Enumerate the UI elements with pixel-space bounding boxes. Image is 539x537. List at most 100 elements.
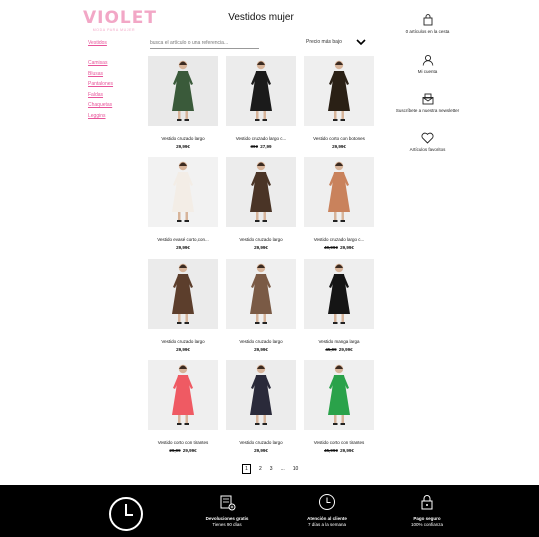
sidebar-item-blusas[interactable]: Blusas bbox=[88, 71, 113, 77]
favorites-link[interactable]: Artículos favoritos bbox=[380, 132, 475, 152]
product-card[interactable]: Vestido cruzado largo 29,99€ bbox=[226, 360, 296, 453]
product-name[interactable]: Vestido cruzado largo bbox=[226, 237, 296, 242]
sidebar-item-leggins[interactable]: Leggins bbox=[88, 113, 113, 119]
newsletter-label: Suscríbete a nuestra newsletter bbox=[395, 108, 460, 113]
product-image[interactable] bbox=[226, 157, 296, 227]
dress-figure bbox=[328, 364, 350, 425]
product-card[interactable]: Vestido cruzado largo 29,99€ bbox=[226, 157, 296, 250]
page-button-2[interactable]: 2 bbox=[259, 466, 262, 472]
product-card[interactable]: Vestido cruzado largo 29,99€ bbox=[148, 259, 218, 352]
dress-figure bbox=[250, 364, 272, 425]
product-card[interactable]: Vestido evasé corto,con... 29,99€ bbox=[148, 157, 218, 250]
favorites-label: Artículos favoritos bbox=[409, 147, 446, 152]
product-current-price: 29,99€ bbox=[176, 245, 190, 250]
product-card[interactable]: Vestido corto con tirantes 45,99€ 29,99€ bbox=[304, 360, 374, 453]
lock-icon bbox=[421, 495, 433, 510]
product-image[interactable] bbox=[148, 259, 218, 329]
dress-figure bbox=[172, 60, 194, 121]
footer-bar: Devoluciones gratis Tienes 90 días Atenc… bbox=[0, 485, 539, 537]
product-image[interactable] bbox=[148, 360, 218, 430]
product-name[interactable]: Vestido cruzado largo bbox=[226, 339, 296, 344]
page-button-10[interactable]: 10 bbox=[293, 466, 299, 472]
newsletter-link[interactable]: Suscríbete a nuestra newsletter bbox=[380, 93, 475, 113]
product-name[interactable]: Vestido corto con botones bbox=[304, 136, 374, 141]
product-price: 29,99€ bbox=[226, 347, 296, 352]
product-name[interactable]: Vestido cruzado largo bbox=[148, 339, 218, 344]
product-name[interactable]: Vestido corto con tirantes bbox=[304, 440, 374, 445]
dress-figure bbox=[172, 364, 194, 425]
category-sidebar: Vestidos Camisas Blusas Pantalones Falda… bbox=[88, 40, 113, 124]
cart-link[interactable]: 0 artículos en la cesta bbox=[380, 14, 475, 34]
product-price: 30€ 27,99 bbox=[226, 144, 296, 149]
payment-info[interactable]: Pago seguro 100% confianza bbox=[387, 493, 467, 528]
sidebar-item-camisas[interactable]: Camisas bbox=[88, 60, 113, 66]
product-name[interactable]: Vestido cruzado largo c... bbox=[226, 136, 296, 141]
product-image[interactable] bbox=[148, 56, 218, 126]
product-card[interactable]: Vestido cruzado largo 29,99€ bbox=[148, 56, 218, 149]
pagination: 1 2 3 ... 10 bbox=[242, 464, 298, 474]
product-current-price: 29,99€ bbox=[340, 245, 354, 250]
product-name[interactable]: Vestido cruzado largo bbox=[226, 440, 296, 445]
brand-logo[interactable]: VIOLET MODA PARA MUJER bbox=[83, 8, 157, 32]
payment-subtitle: 100% confianza bbox=[410, 522, 444, 527]
product-image[interactable] bbox=[304, 360, 374, 430]
logo-text: VIOLET bbox=[83, 8, 157, 28]
product-image[interactable] bbox=[304, 259, 374, 329]
page-button-3[interactable]: 3 bbox=[270, 466, 273, 472]
product-card[interactable]: Vestido corto con botones 29,99€ bbox=[304, 56, 374, 149]
product-card[interactable]: Vestido corto con tirantes 29,99 29,99€ bbox=[148, 360, 218, 453]
sort-select-label[interactable]: Precio más bajo bbox=[306, 39, 342, 45]
returns-info[interactable]: Devoluciones gratis Tienes 90 días bbox=[187, 493, 267, 528]
product-name[interactable]: Vestido corto con tirantes bbox=[148, 440, 218, 445]
product-current-price: 29,99€ bbox=[254, 448, 268, 453]
return-box-icon bbox=[220, 495, 236, 511]
product-card[interactable]: Vestido cruzado largo 29,99€ bbox=[226, 259, 296, 352]
product-image[interactable] bbox=[304, 56, 374, 126]
support-subtitle: 7 días a la semana bbox=[307, 522, 347, 527]
product-image[interactable] bbox=[226, 56, 296, 126]
product-current-price: 29,99€ bbox=[338, 347, 353, 352]
dress-figure bbox=[328, 60, 350, 121]
product-name[interactable]: Vestido cruzado largo c... bbox=[304, 237, 374, 242]
product-price: 29,99€ bbox=[148, 347, 218, 352]
product-name[interactable]: Vestido evasé corto,con... bbox=[148, 237, 218, 242]
sidebar-item-vestidos[interactable]: Vestidos bbox=[88, 40, 113, 46]
dress-figure bbox=[250, 161, 272, 222]
product-name[interactable]: Vestido cruzado largo bbox=[148, 136, 218, 141]
sidebar-item-pantalones[interactable]: Pantalones bbox=[88, 81, 113, 87]
dress-figure bbox=[250, 263, 272, 324]
product-price: 29,99€ bbox=[226, 448, 296, 453]
dress-figure bbox=[328, 161, 350, 222]
account-link[interactable]: Mi cuenta bbox=[380, 54, 475, 74]
product-price: 45,99 29,99€ bbox=[304, 347, 374, 352]
support-clock-icon bbox=[319, 494, 335, 510]
product-price: 29,99€ bbox=[226, 245, 296, 250]
dress-figure bbox=[250, 60, 272, 121]
product-name[interactable]: Vestido manga larga bbox=[304, 339, 374, 344]
chevron-down-icon[interactable] bbox=[355, 37, 367, 47]
product-current-price: 29,99€ bbox=[332, 144, 346, 149]
product-old-price: 30€ bbox=[250, 144, 258, 149]
account-label: Mi cuenta bbox=[417, 69, 438, 74]
product-card[interactable]: Vestido cruzado largo c... 49,99€ 29,99€ bbox=[304, 157, 374, 250]
returns-subtitle: Tienes 90 días bbox=[212, 522, 242, 527]
product-current-price: 29,99€ bbox=[176, 347, 190, 352]
support-info[interactable]: Atención al cliente 7 días a la semana bbox=[287, 493, 367, 528]
product-card[interactable]: Vestido cruzado largo c... 30€ 27,99 bbox=[226, 56, 296, 149]
product-image[interactable] bbox=[304, 157, 374, 227]
product-image[interactable] bbox=[148, 157, 218, 227]
sidebar-item-faldas[interactable]: Faldas bbox=[88, 92, 113, 98]
product-image[interactable] bbox=[226, 259, 296, 329]
page-button-1[interactable]: 1 bbox=[242, 464, 251, 474]
sidebar-item-chaquetas[interactable]: Chaquetas bbox=[88, 102, 113, 108]
product-current-price: 29,99€ bbox=[254, 245, 268, 250]
product-price: 29,99€ bbox=[304, 144, 374, 149]
newsletter-icon bbox=[422, 93, 433, 105]
page-title: Vestidos mujer bbox=[228, 12, 294, 23]
product-image[interactable] bbox=[226, 360, 296, 430]
cart-label: 0 artículos en la cesta bbox=[405, 29, 450, 34]
product-current-price: 29,99€ bbox=[254, 347, 268, 352]
clock-icon bbox=[109, 497, 143, 531]
product-card[interactable]: Vestido manga larga 45,99 29,99€ bbox=[304, 259, 374, 352]
search-input[interactable]: busca el artículo o una referencia... bbox=[150, 39, 259, 49]
